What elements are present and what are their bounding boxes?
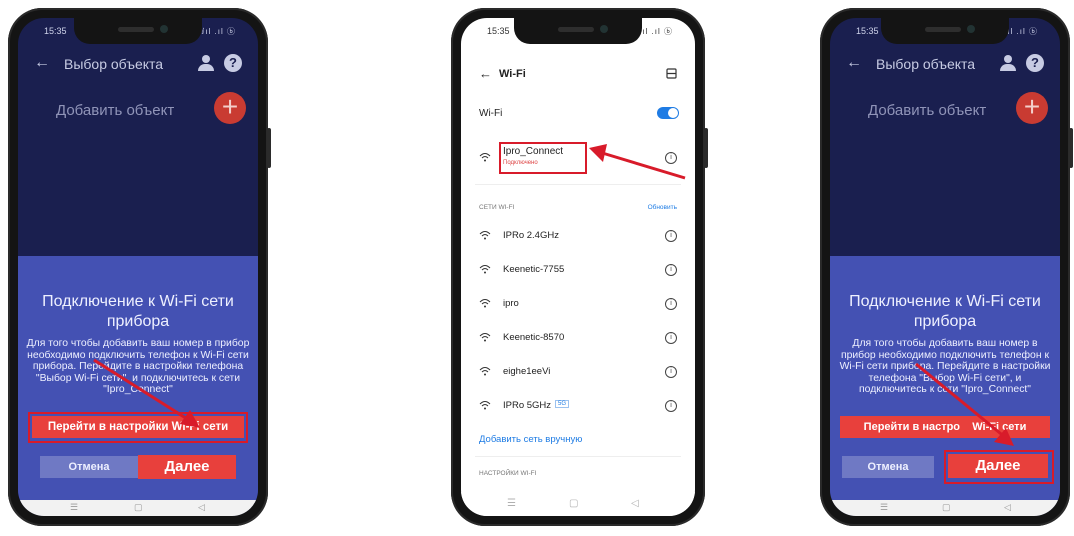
top-bar: ← Выбор объекта ? <box>830 42 1060 86</box>
network-name: ipro <box>503 298 519 309</box>
page-title: Выбор объекта <box>876 56 976 72</box>
cancel-button[interactable]: Отмена <box>40 456 138 478</box>
add-network-link[interactable]: Добавить сеть вручную <box>479 434 582 445</box>
sheet-title: Подключение к Wi-Fi сети прибора <box>849 293 1041 330</box>
next-button[interactable]: Далее <box>138 455 236 479</box>
info-icon[interactable]: i <box>665 298 677 310</box>
wifi-icon <box>479 333 491 342</box>
networks-header: СЕТИ WI-FI <box>479 204 515 211</box>
status-time: 15:35 <box>44 26 67 36</box>
system-nav-bar: ☰ ▢ ◁ <box>830 500 1060 516</box>
back-nav-icon[interactable]: ◁ <box>631 498 639 509</box>
back-nav-icon[interactable]: ◁ <box>198 502 205 513</box>
network-name: eighe1eeVi <box>503 366 551 377</box>
info-icon[interactable]: i <box>665 332 677 344</box>
plus-icon[interactable]: + <box>214 92 246 124</box>
network-name: Keenetic-8570 <box>503 332 565 343</box>
signal-icons: ⅈıl .ıl ⓑ <box>201 27 236 36</box>
network-row[interactable]: Keenetic-7755 i <box>461 258 695 280</box>
home-nav-icon[interactable]: ▢ <box>942 502 951 513</box>
user-icon[interactable] <box>198 55 214 71</box>
help-icon[interactable]: ? <box>1026 54 1044 72</box>
wifi-title: Wi-Fi <box>499 68 526 80</box>
info-icon[interactable]: i <box>665 230 677 242</box>
wifi-icon <box>479 367 491 376</box>
page-title: Выбор объекта <box>64 56 164 72</box>
status-time: 15:35 <box>856 26 879 36</box>
network-name: IPRo 2.4GHz <box>503 230 559 241</box>
signal-icons: ⅈıl .ıl ⓑ <box>638 27 673 36</box>
scan-icon[interactable] <box>666 68 677 79</box>
add-object-label[interactable]: Добавить объект <box>56 102 174 119</box>
home-nav-icon[interactable]: ▢ <box>569 498 578 509</box>
info-icon[interactable]: i <box>665 400 677 412</box>
arrow-icon <box>915 362 1014 446</box>
network-row[interactable]: IPRo 2.4GHz i <box>461 224 695 246</box>
system-nav-bar: ☰ ▢ ◁ <box>18 500 258 516</box>
network-row[interactable]: Keenetic-8570 i <box>461 326 695 348</box>
info-icon[interactable]: i <box>665 264 677 276</box>
top-bar: ← Выбор объекта ? <box>18 42 258 86</box>
back-arrow-icon[interactable]: ← <box>846 54 862 72</box>
network-name: IPRo 5GHz <box>503 400 552 411</box>
wifi-toggle-label: Wi-Fi <box>479 108 503 119</box>
info-icon[interactable]: i <box>665 366 677 378</box>
add-object-label[interactable]: Добавить объект <box>868 102 986 119</box>
wifi-header: ← Wi-Fi <box>461 62 695 86</box>
network-badge: 5G <box>555 400 570 408</box>
system-nav-bar: ☰ ▢ ◁ <box>461 492 695 516</box>
divider <box>475 184 681 185</box>
network-row[interactable]: eighe1eeVi i <box>461 360 695 382</box>
help-icon[interactable]: ? <box>224 54 242 72</box>
wifi-settings-header: НАСТРОЙКИ WI-FI <box>479 470 537 477</box>
arrow-icon <box>93 358 200 428</box>
network-row[interactable]: IPRo 5GHz 5G i <box>461 394 695 416</box>
status-time: 15:35 <box>487 26 510 36</box>
back-arrow-icon[interactable]: ← <box>479 66 492 81</box>
wifi-icon <box>479 401 491 410</box>
divider <box>475 456 681 457</box>
wifi-icon <box>479 153 491 162</box>
wifi-settings-screen: 15:35 ⅈıl .ıl ⓑ ← Wi-Fi Wi-Fi Ipro_Conne… <box>461 18 695 516</box>
network-row[interactable]: ipro i <box>461 292 695 314</box>
menu-nav-icon[interactable]: ☰ <box>507 498 516 509</box>
home-nav-icon[interactable]: ▢ <box>134 502 143 513</box>
wifi-icon <box>479 265 491 274</box>
menu-nav-icon[interactable]: ☰ <box>70 502 78 513</box>
sheet-title: Подключение к Wi-Fi сети прибора <box>42 293 234 330</box>
phone-right: 15:35 ⅈıl .ıl ⓑ ← Выбор объекта ? Добави… <box>820 8 1073 526</box>
wifi-icon <box>479 231 491 240</box>
refresh-link[interactable]: Обновить <box>648 204 677 211</box>
back-arrow-icon[interactable]: ← <box>34 54 50 72</box>
highlight-box <box>499 142 587 174</box>
arrow-icon <box>589 144 686 180</box>
plus-icon[interactable]: + <box>1016 92 1048 124</box>
wifi-icon <box>479 299 491 308</box>
back-nav-icon[interactable]: ◁ <box>1004 502 1011 513</box>
app-screen-left: 15:35 ⅈıl .ıl ⓑ ← Выбор объекта ? Добави… <box>18 18 258 516</box>
network-name: Keenetic-7755 <box>503 264 565 275</box>
wifi-toggle[interactable] <box>657 107 679 119</box>
menu-nav-icon[interactable]: ☰ <box>880 502 888 513</box>
cancel-button[interactable]: Отмена <box>842 456 934 478</box>
user-icon[interactable] <box>1000 55 1016 71</box>
phone-middle: 15:35 ⅈıl .ıl ⓑ ← Wi-Fi Wi-Fi Ipro_Conne… <box>451 8 708 526</box>
phone-left: 15:35 ⅈıl .ıl ⓑ ← Выбор объекта ? Добави… <box>8 8 271 526</box>
